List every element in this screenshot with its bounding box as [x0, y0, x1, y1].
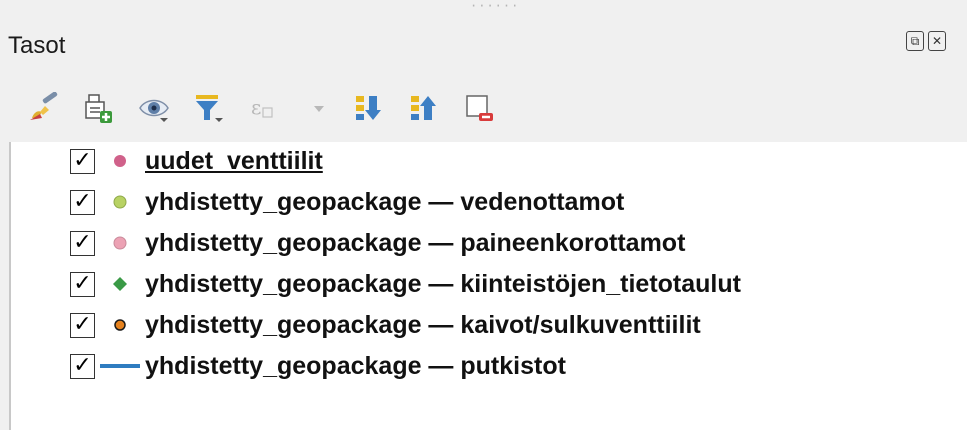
layer-checkbox[interactable]: ✓ [70, 230, 95, 256]
layer-checkbox[interactable]: ✓ [70, 312, 95, 338]
line-symbol-icon [95, 354, 145, 379]
remove-layer-icon [466, 95, 493, 121]
diamond-symbol-icon [95, 272, 145, 297]
point-symbol-icon [95, 313, 145, 338]
visibility-button[interactable] [138, 92, 170, 124]
expand-all-button[interactable] [353, 92, 385, 124]
filter-expression-dropdown [303, 92, 335, 124]
filter-legend-button[interactable] [193, 92, 225, 124]
layer-tree: ✓ uudet_venttiilit ✓ yhdistetty_geopacka… [9, 142, 967, 430]
panel-controls: ⧉ ✕ [906, 31, 946, 51]
chevron-down-icon [314, 106, 324, 112]
float-icon[interactable]: ⧉ [906, 31, 924, 51]
layer-row[interactable]: ✓ uudet_venttiilit [70, 142, 323, 180]
layer-row[interactable]: ✓ yhdistetty_geopackage — vedenottamot [70, 183, 624, 221]
layer-checkbox[interactable]: ✓ [70, 148, 95, 174]
filter-expression-button: ε [248, 92, 280, 124]
collapse-all-icon [411, 96, 436, 120]
close-icon[interactable]: ✕ [928, 31, 946, 51]
point-symbol-icon [95, 190, 145, 215]
layer-name: yhdistetty_geopackage — kaivot/sulkuvent… [145, 310, 701, 339]
style-brush-icon [30, 92, 58, 120]
remove-layer-button[interactable] [463, 92, 495, 124]
layer-name: uudet_venttiilit [145, 146, 323, 175]
panel-drag-handle[interactable]: ······ [470, 0, 519, 12]
layer-name: yhdistetty_geopackage — vedenottamot [145, 187, 625, 216]
point-symbol-icon [95, 149, 145, 174]
layer-row[interactable]: ✓ yhdistetty_geopackage — kiinteistöjen_… [70, 265, 741, 303]
layer-row[interactable]: ✓ yhdistetty_geopackage — putkistot [70, 347, 566, 385]
collapse-all-button[interactable] [408, 92, 440, 124]
layer-row[interactable]: ✓ yhdistetty_geopackage — kaivot/sulkuve… [70, 306, 701, 344]
filter-expression-icon: ε [251, 95, 273, 119]
layer-name: yhdistetty_geopackage — paineenkorottamo… [145, 228, 686, 257]
layer-checkbox[interactable]: ✓ [70, 353, 95, 379]
expand-all-icon [356, 96, 381, 120]
svg-text:ε: ε [251, 95, 261, 119]
point-symbol-icon [95, 231, 145, 256]
layer-name: yhdistetty_geopackage — putkistot [145, 351, 566, 380]
style-brush-button[interactable] [28, 92, 60, 124]
panel-title: Tasot [8, 32, 66, 59]
layer-name: yhdistetty_geopackage — kiinteistöjen_ti… [145, 269, 741, 298]
add-group-button[interactable] [83, 92, 115, 124]
filter-legend-icon [196, 95, 223, 122]
layer-row[interactable]: ✓ yhdistetty_geopackage — paineenkorotta… [70, 224, 685, 262]
layer-checkbox[interactable]: ✓ [70, 271, 95, 297]
visibility-eye-icon [139, 99, 169, 122]
add-group-icon [85, 94, 112, 123]
layer-checkbox[interactable]: ✓ [70, 189, 95, 215]
layers-toolbar: ε [28, 88, 518, 128]
